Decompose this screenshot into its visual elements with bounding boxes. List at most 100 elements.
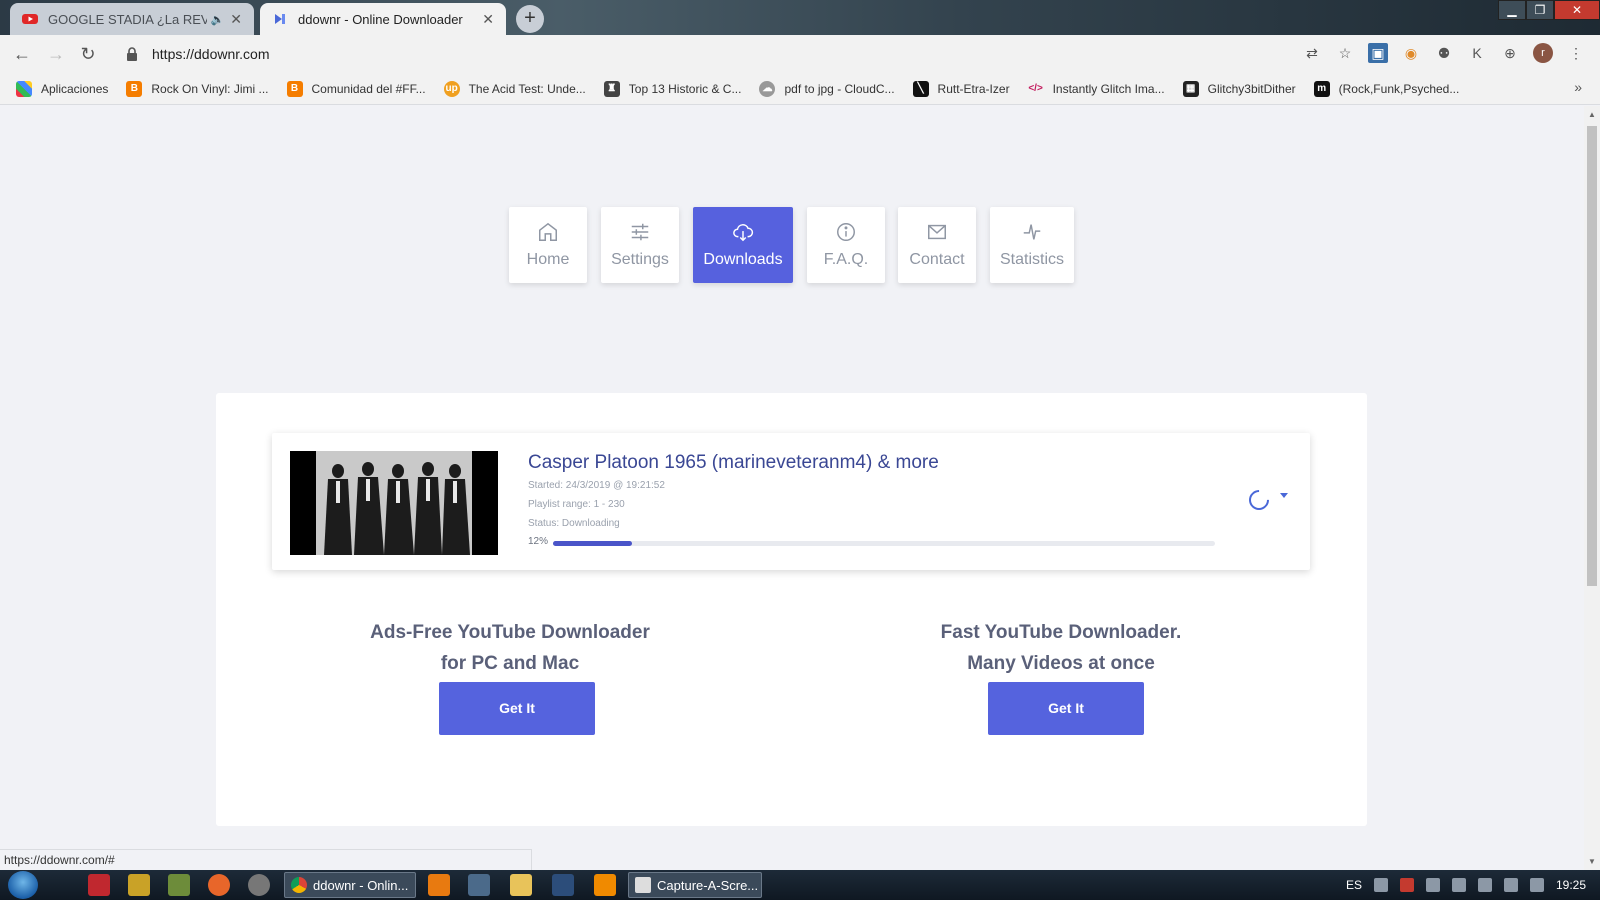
start-button[interactable] <box>8 871 38 899</box>
back-arrow-icon[interactable]: ← <box>10 43 34 67</box>
bookmark-item[interactable]: ▦ Glitchy3bitDither <box>1182 80 1296 97</box>
avatar[interactable]: r <box>1533 43 1553 63</box>
nav-downloads[interactable]: Downloads <box>693 207 793 283</box>
extension-orange-icon[interactable]: ◉ <box>1401 43 1421 63</box>
bookmark-label: pdf to jpg - CloudC... <box>784 81 895 96</box>
bookmark-item[interactable]: B Rock On Vinyl: Jimi ... <box>126 80 269 97</box>
speaker-icon[interactable]: 🔈 <box>211 13 225 26</box>
promo-line: Ads-Free YouTube Downloader <box>370 622 650 643</box>
cloud-icon: ☁ <box>759 80 776 97</box>
download-title[interactable]: Casper Platoon 1965 (marineveteranm4) & … <box>528 452 939 474</box>
reload-icon[interactable]: ↻ <box>76 43 100 67</box>
bookmark-item[interactable]: up The Acid Test: Unde... <box>443 80 586 97</box>
status-url: https://ddownr.com/# <box>0 849 532 870</box>
nav-statistics[interactable]: Statistics <box>990 207 1074 283</box>
taskbar-capture-task[interactable]: Capture-A-Scre... <box>628 872 762 898</box>
bookmark-item[interactable]: Aplicaciones <box>16 80 108 97</box>
scrollbar-thumb[interactable] <box>1587 126 1597 586</box>
get-it-button[interactable]: Get It <box>439 682 595 735</box>
extension-globe-icon[interactable]: ⊕ <box>1500 43 1520 63</box>
url-text: https://ddownr.com <box>152 46 270 62</box>
bookmark-item[interactable]: B Comunidad del #FF... <box>286 80 426 97</box>
download-item: Casper Platoon 1965 (marineveteranm4) & … <box>272 433 1310 570</box>
bookmark-label: Instantly Glitch Ima... <box>1052 81 1165 96</box>
tab-close-icon[interactable]: ✕ <box>482 11 494 28</box>
new-tab-button[interactable]: + <box>516 5 544 33</box>
bookmark-item[interactable]: m (Rock,Funk,Psyched... <box>1313 80 1460 97</box>
bookmark-label: Comunidad del #FF... <box>311 81 426 96</box>
m-icon: m <box>1313 80 1330 97</box>
bookmark-label: (Rock,Funk,Psyched... <box>1338 81 1460 96</box>
nav-contact[interactable]: Contact <box>898 207 976 283</box>
translate-icon[interactable]: ⇄ <box>1302 43 1322 63</box>
signal-icon[interactable] <box>1503 878 1518 892</box>
activity-icon <box>1023 224 1041 240</box>
taskbar: ddownr - Onlin... Capture-A-Scre... ES 1… <box>0 870 1600 900</box>
bookmark-star-icon[interactable]: ☆ <box>1335 43 1355 63</box>
tab-youtube[interactable]: GOOGLE STADIA ¿La REVOLU 🔈 ✕ <box>10 3 254 35</box>
close-window-icon[interactable]: ✕ <box>1554 0 1600 20</box>
tab-title: ddownr - Online Downloader <box>298 11 463 27</box>
black-square-icon: ╲ <box>912 80 929 97</box>
scroll-down-icon[interactable]: ▼ <box>1588 857 1596 866</box>
nav-label: Contact <box>909 251 965 268</box>
nav-home[interactable]: Home <box>509 207 587 283</box>
progress-fill <box>553 541 633 546</box>
battery-icon[interactable] <box>1477 878 1492 892</box>
bookmark-item[interactable]: ☁ pdf to jpg - CloudC... <box>759 80 895 97</box>
blogger-icon: B <box>286 80 303 97</box>
scroll-up-icon[interactable]: ▲ <box>1588 110 1596 119</box>
tab-close-icon[interactable]: ✕ <box>230 11 242 28</box>
person-icon: ♜ <box>603 80 620 97</box>
maximize-icon[interactable]: ❐ <box>1526 0 1554 20</box>
firefox-icon[interactable] <box>208 874 230 896</box>
up-icon: up <box>443 80 460 97</box>
chevron-down-icon[interactable] <box>1280 493 1288 498</box>
extension-k-icon[interactable]: K <box>1467 43 1487 63</box>
progress-bar <box>553 541 1215 546</box>
extension-people-icon[interactable]: ⚉ <box>1434 43 1454 63</box>
nav-settings[interactable]: Settings <box>601 207 679 283</box>
download-started: Started: 24/3/2019 @ 19:21:52 <box>528 480 665 491</box>
clock[interactable]: 19:25 <box>1556 878 1586 892</box>
minimize-icon[interactable]: ▁ <box>1498 0 1526 20</box>
promo-line: Fast YouTube Downloader. <box>940 622 1182 643</box>
promo-pc-mac: Ads-Free YouTube Downloader for PC and M… <box>330 617 690 679</box>
language-indicator[interactable]: ES <box>1346 878 1362 892</box>
vlc-icon[interactable] <box>594 874 616 896</box>
tab-ddownr[interactable]: ddownr - Online Downloader ✕ <box>260 3 506 35</box>
address-bar[interactable]: https://ddownr.com <box>114 39 1334 69</box>
nav-faq[interactable]: F.A.Q. <box>807 207 885 283</box>
chrome-icon <box>291 877 307 893</box>
sliders-icon <box>631 223 649 241</box>
network-app-icon[interactable] <box>1373 878 1388 892</box>
code-icon: </> <box>1028 82 1043 94</box>
bookmark-label: Rock On Vinyl: Jimi ... <box>151 81 269 96</box>
blogger-icon: B <box>126 80 143 97</box>
media-app-icon[interactable] <box>128 874 150 896</box>
bookmark-item[interactable]: ╲ Rutt-Etra-Izer <box>912 80 1010 97</box>
more-bookmarks-button[interactable]: » <box>1574 79 1582 95</box>
flag-icon[interactable] <box>1451 878 1466 892</box>
vlc-like-icon[interactable] <box>428 874 450 896</box>
bookmark-item[interactable]: ♜ Top 13 Historic & C... <box>603 80 742 97</box>
app-icon[interactable] <box>468 874 490 896</box>
volume-icon[interactable] <box>1529 878 1544 892</box>
tool-app-icon[interactable] <box>168 874 190 896</box>
clapper-icon: ▦ <box>1182 80 1199 97</box>
sync-app-icon[interactable] <box>248 874 270 896</box>
menu-kebab-icon[interactable]: ⋮ <box>1566 43 1586 63</box>
antivirus-icon[interactable] <box>1399 878 1414 892</box>
folder-icon[interactable] <box>510 874 532 896</box>
window-app-icon[interactable] <box>552 874 574 896</box>
forward-arrow-icon[interactable]: → <box>44 43 68 67</box>
window-controls: ▁ ❐ ✕ <box>1498 0 1600 20</box>
extension-image-icon[interactable]: ▣ <box>1368 43 1388 63</box>
taskbar-chrome-task[interactable]: ddownr - Onlin... <box>284 872 416 898</box>
update-icon[interactable] <box>1425 878 1440 892</box>
pdf-app-icon[interactable] <box>88 874 110 896</box>
bookmark-item[interactable]: </> Instantly Glitch Ima... <box>1028 81 1165 97</box>
get-it-button[interactable]: Get It <box>988 682 1144 735</box>
bookmark-label: Top 13 Historic & C... <box>628 81 742 96</box>
page-scrollbar[interactable]: ▲ ▼ <box>1584 106 1600 870</box>
